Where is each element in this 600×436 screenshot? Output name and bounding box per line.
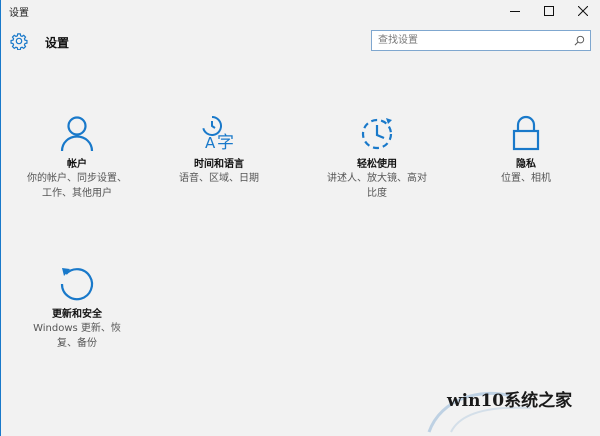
tile-privacy[interactable]: 隐私 位置、相机 <box>461 114 591 186</box>
svg-text:A: A <box>205 134 216 152</box>
settings-window: 设置 设置 帐户 你的帐户、同步设置、 <box>0 0 600 436</box>
tile-time-language[interactable]: A 字 时间和语言 语音、区域、日期 <box>164 114 274 186</box>
maximize-button[interactable] <box>532 0 566 22</box>
watermark-text: win10系统之家 <box>447 391 573 411</box>
close-button[interactable] <box>566 0 600 22</box>
refresh-icon <box>60 268 94 301</box>
tile-time-language-desc-1: 语音、区域、日期 <box>179 173 259 184</box>
lock-icon <box>512 115 540 151</box>
ease-of-access-icon <box>361 118 393 150</box>
tile-time-language-title: 时间和语言 <box>194 159 244 170</box>
tile-privacy-title: 隐私 <box>516 159 536 170</box>
tile-update-security-title: 更新和安全 <box>52 309 102 320</box>
time-language-icon: A 字 <box>202 116 234 152</box>
search-icon[interactable] <box>574 35 585 46</box>
tile-update-security-desc-2: 复、备份 <box>57 338 97 349</box>
svg-text:字: 字 <box>217 133 234 152</box>
tile-ease-of-access[interactable]: 轻松使用 讲述人、放大镜、高对 比度 <box>307 114 447 201</box>
search-input[interactable] <box>372 31 568 50</box>
minimize-icon <box>510 11 520 12</box>
tile-ease-of-access-title: 轻松使用 <box>357 159 397 170</box>
tile-ease-of-access-desc-2: 比度 <box>367 188 387 199</box>
tile-accounts-desc-1: 你的帐户、同步设置、 <box>27 173 127 184</box>
maximize-icon <box>544 6 554 16</box>
window-title: 设置 <box>9 8 29 19</box>
gear-icon <box>10 33 28 50</box>
tile-ease-of-access-desc-1: 讲述人、放大镜、高对 <box>327 173 427 184</box>
search-box[interactable] <box>371 30 591 51</box>
tile-privacy-desc-1: 位置、相机 <box>501 173 551 184</box>
close-icon <box>578 6 588 16</box>
minimize-button[interactable] <box>498 0 532 22</box>
title-bar[interactable]: 设置 <box>1 0 600 22</box>
person-icon <box>60 116 94 152</box>
page-title: 设置 <box>45 36 70 50</box>
tile-update-security[interactable]: 更新和安全 Windows 更新、恢 复、备份 <box>7 264 147 351</box>
tile-accounts[interactable]: 帐户 你的帐户、同步设置、 工作、其他用户 <box>7 114 147 201</box>
tile-update-security-desc-1: Windows 更新、恢 <box>33 323 121 334</box>
tile-accounts-desc-2: 工作、其他用户 <box>42 188 112 199</box>
tile-accounts-title: 帐户 <box>67 159 87 170</box>
